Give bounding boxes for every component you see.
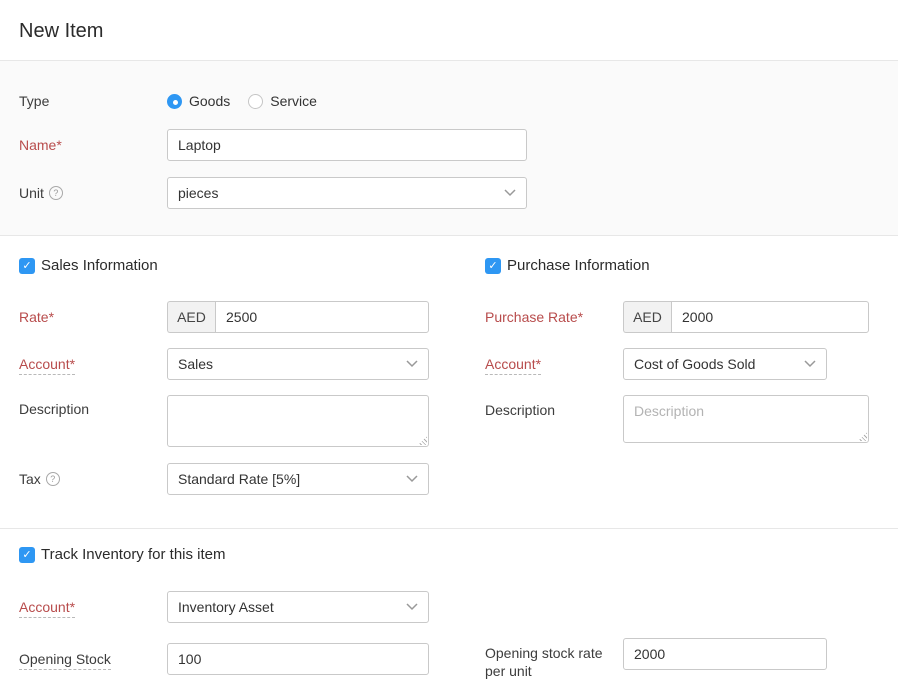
purchase-rate-group: AED [623, 301, 869, 333]
sales-rate-label: Rate* [19, 309, 167, 325]
sales-rate-input[interactable] [215, 301, 429, 333]
name-row: Name* [19, 129, 898, 161]
track-inventory-checkbox[interactable]: ✓ [19, 547, 35, 563]
inventory-account-row: Account* Inventory Asset [19, 591, 898, 623]
purchase-column: ✓ Purchase Information Purchase Rate* AE… [485, 257, 827, 495]
sales-account-value: Sales [178, 356, 213, 372]
unit-select[interactable]: pieces [167, 177, 527, 209]
chevron-down-icon [504, 189, 516, 197]
sales-rate-group: AED [167, 301, 429, 333]
service-radio-label: Service [270, 93, 317, 109]
goods-radio-label: Goods [189, 93, 230, 109]
tax-row: Tax ? Standard Rate [5%] [19, 463, 429, 495]
goods-radio[interactable] [167, 94, 182, 109]
opening-stock-rate-input[interactable] [623, 638, 827, 670]
opening-stock-rate-label: Opening stock rate per unit [485, 638, 623, 680]
sales-info-checkbox[interactable]: ✓ [19, 258, 35, 274]
inventory-account-label-wrap: Account* [19, 599, 167, 615]
name-input[interactable] [167, 129, 527, 161]
chevron-down-icon [804, 360, 816, 368]
inventory-account-select[interactable]: Inventory Asset [167, 591, 429, 623]
unit-select-value: pieces [178, 185, 218, 201]
sales-rate-row: Rate* AED [19, 301, 429, 333]
track-inventory-toggle-row: ✓ Track Inventory for this item [19, 546, 898, 563]
sales-description-wrap [167, 395, 429, 447]
sales-account-label: Account* [19, 356, 75, 375]
sales-column: ✓ Sales Information Rate* AED Account* S… [19, 257, 429, 495]
opening-stock-label: Opening Stock [19, 651, 111, 670]
purchase-info-toggle-row: ✓ Purchase Information [485, 257, 827, 274]
purchase-account-select[interactable]: Cost of Goods Sold [623, 348, 827, 380]
inventory-section: ✓ Track Inventory for this item Account*… [0, 529, 898, 680]
tax-select-value: Standard Rate [5%] [178, 471, 300, 487]
radio-option-goods[interactable]: Goods [167, 93, 230, 109]
service-radio[interactable] [248, 94, 263, 109]
tax-select[interactable]: Standard Rate [5%] [167, 463, 429, 495]
sales-info-toggle-row: ✓ Sales Information [19, 257, 429, 274]
purchase-rate-input[interactable] [671, 301, 869, 333]
page-header: New Item [0, 0, 898, 61]
purchase-description-label: Description [485, 395, 623, 419]
purchase-description-row: Description [485, 395, 827, 443]
sales-description-row: Description [19, 395, 429, 447]
unit-label: Unit [19, 185, 44, 201]
purchase-account-label-wrap: Account* [485, 355, 623, 373]
purchase-section-title: Purchase Information [507, 257, 650, 274]
chevron-down-icon [406, 360, 418, 368]
track-inventory-title: Track Inventory for this item [41, 546, 226, 563]
purchase-account-value: Cost of Goods Sold [634, 356, 755, 372]
purchase-description-wrap [623, 395, 869, 443]
page-title: New Item [19, 20, 103, 42]
inventory-account-value: Inventory Asset [178, 599, 274, 615]
purchase-description-textarea[interactable] [623, 395, 869, 443]
chevron-down-icon [406, 475, 418, 483]
type-row: Type Goods Service [19, 93, 898, 109]
inventory-account-label: Account* [19, 599, 75, 618]
opening-stock-label-wrap: Opening Stock [19, 651, 167, 667]
type-label: Type [19, 93, 167, 109]
purchase-rate-label: Purchase Rate* [485, 308, 623, 326]
purchase-rate-row: Purchase Rate* AED [485, 301, 827, 333]
basic-info-section: Type Goods Service Name* Unit ? pieces [0, 61, 898, 236]
radio-option-service[interactable]: Service [248, 93, 317, 109]
purchase-currency-label: AED [623, 301, 671, 333]
sales-description-textarea[interactable] [167, 395, 429, 447]
tax-label-wrap: Tax ? [19, 471, 167, 487]
unit-label-wrap: Unit ? [19, 185, 167, 201]
sales-account-select[interactable]: Sales [167, 348, 429, 380]
sales-account-row: Account* Sales [19, 348, 429, 380]
sales-description-label: Description [19, 395, 167, 417]
unit-row: Unit ? pieces [19, 177, 898, 209]
purchase-account-label: Account* [485, 356, 541, 375]
opening-stock-left: Opening Stock [19, 638, 429, 680]
sales-section-title: Sales Information [41, 257, 158, 274]
opening-stock-row: Opening Stock Opening stock rate per uni… [0, 638, 898, 680]
chevron-down-icon [406, 603, 418, 611]
help-icon[interactable]: ? [49, 186, 63, 200]
tax-label: Tax [19, 471, 41, 487]
help-icon[interactable]: ? [46, 472, 60, 486]
opening-stock-right: Opening stock rate per unit [485, 638, 827, 680]
sales-currency-label: AED [167, 301, 215, 333]
opening-stock-input[interactable] [167, 643, 429, 675]
purchase-account-row: Account* Cost of Goods Sold [485, 348, 827, 380]
sales-account-label-wrap: Account* [19, 356, 167, 372]
name-label: Name* [19, 137, 167, 153]
sales-purchase-section: ✓ Sales Information Rate* AED Account* S… [0, 236, 898, 529]
purchase-info-checkbox[interactable]: ✓ [485, 258, 501, 274]
